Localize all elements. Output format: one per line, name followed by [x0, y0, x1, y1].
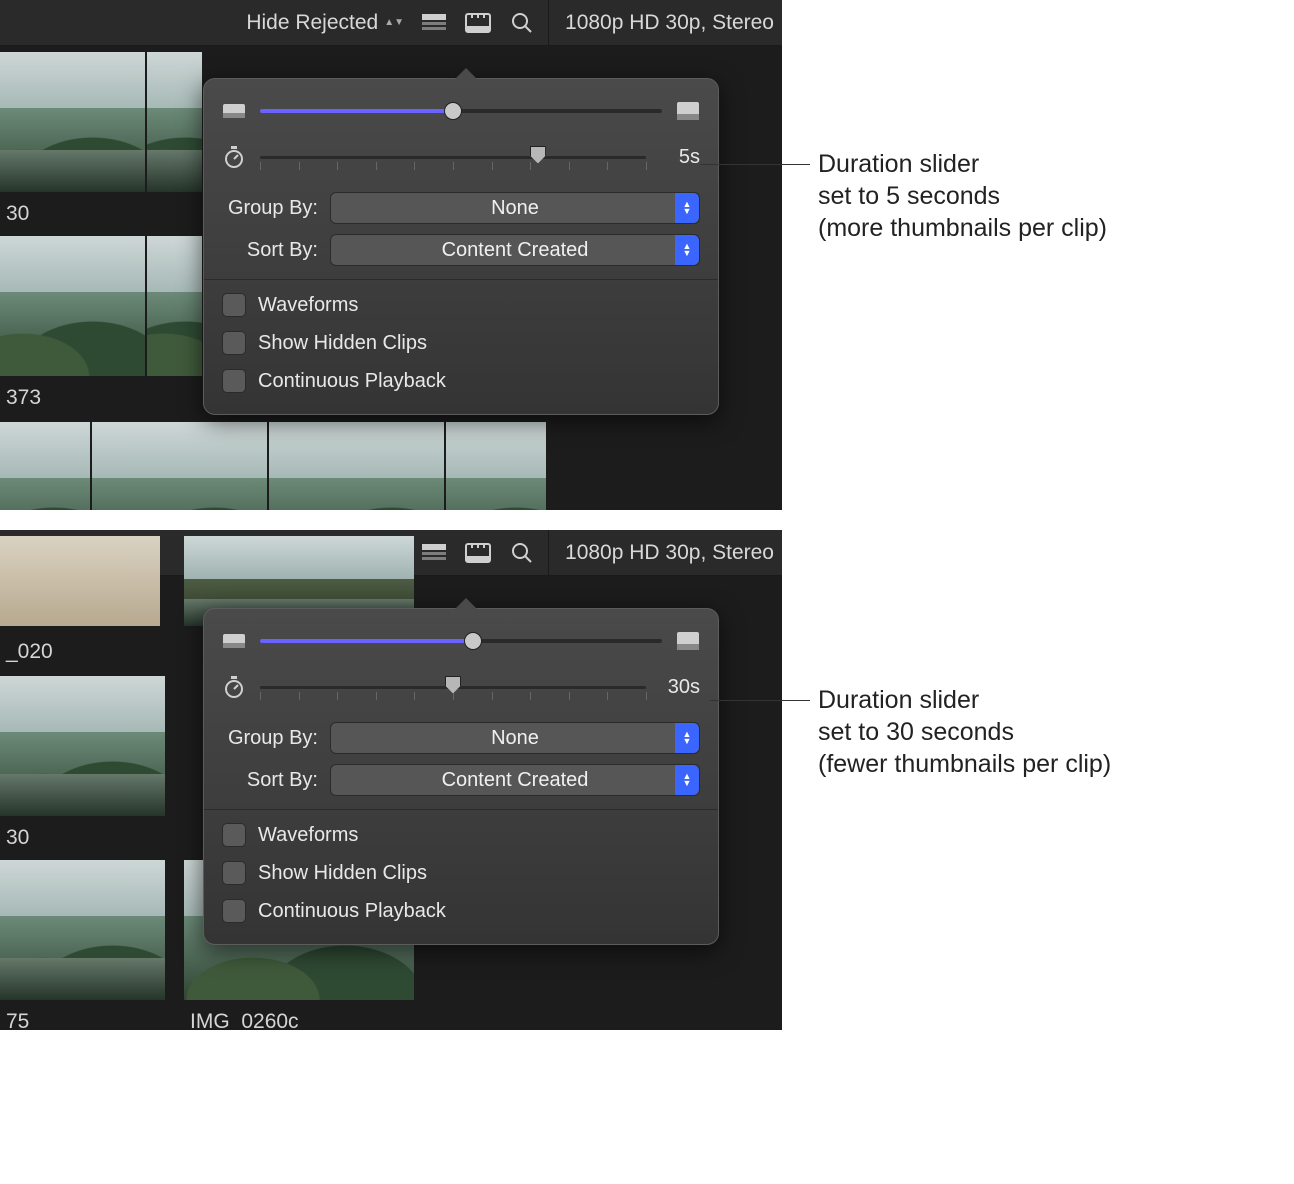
stopwatch-icon — [222, 146, 246, 168]
annotation-text: Duration slider set to 5 seconds (more t… — [818, 148, 1107, 244]
show-hidden-clips-checkbox[interactable] — [222, 861, 246, 885]
clip-label: 373 — [6, 386, 41, 410]
list-view-icon[interactable] — [412, 530, 456, 576]
clip-height-slider[interactable] — [260, 109, 662, 113]
continuous-playback-checkbox[interactable] — [222, 369, 246, 393]
show-hidden-clips-label: Show Hidden Clips — [258, 862, 427, 885]
sort-by-select[interactable]: Content Created ▲▼ — [330, 234, 700, 266]
duration-value: 5s — [660, 146, 700, 169]
format-label: 1080p HD 30p, Stereo — [553, 11, 774, 35]
continuous-playback-checkbox[interactable] — [222, 899, 246, 923]
filter-dropdown[interactable]: Hide Rejected ▲▼ — [238, 0, 412, 45]
group-by-label: Group By: — [222, 727, 318, 750]
clip-label: 30 — [6, 202, 29, 226]
chevron-updown-icon: ▲▼ — [675, 765, 699, 795]
chevron-updown-icon: ▲▼ — [675, 235, 699, 265]
clip-label: 75 — [6, 1010, 29, 1030]
filmstrip-large-icon — [676, 102, 700, 120]
browser-toolbar: Hide Rejected ▲▼ 1080p HD 30p, Stereo — [0, 0, 782, 46]
sort-by-label: Sort By: — [222, 769, 318, 792]
filmstrip-small-icon — [222, 634, 246, 648]
duration-value: 30s — [660, 676, 700, 699]
waveforms-checkbox[interactable] — [222, 823, 246, 847]
sort-by-label: Sort By: — [222, 239, 318, 262]
browser-panel-5s: Hide Rejected ▲▼ 1080p HD 30p, Stereo 30… — [0, 0, 782, 510]
chevron-updown-icon: ▲▼ — [384, 20, 404, 26]
clip-appearance-popover: 5s Group By: None ▲▼ Sort By: Content Cr… — [203, 78, 719, 415]
clip-appearance-popover: 30s Group By: None ▲▼ Sort By: Content C… — [203, 608, 719, 945]
chevron-updown-icon: ▲▼ — [675, 723, 699, 753]
continuous-playback-label: Continuous Playback — [258, 900, 446, 923]
clip-height-slider[interactable] — [260, 639, 662, 643]
waveforms-label: Waveforms — [258, 824, 358, 847]
waveforms-label: Waveforms — [258, 294, 358, 317]
filmstrip-large-icon — [676, 632, 700, 650]
group-by-value: None — [491, 197, 539, 220]
group-by-label: Group By: — [222, 197, 318, 220]
clip-label: _020 — [6, 640, 53, 664]
chevron-updown-icon: ▲▼ — [675, 193, 699, 223]
search-icon[interactable] — [500, 0, 544, 46]
group-by-value: None — [491, 727, 539, 750]
continuous-playback-label: Continuous Playback — [258, 370, 446, 393]
sort-by-select[interactable]: Content Created ▲▼ — [330, 764, 700, 796]
sort-by-value: Content Created — [442, 769, 589, 792]
annotation-text: Duration slider set to 30 seconds (fewer… — [818, 684, 1111, 780]
clip-label: 30 — [6, 826, 29, 850]
clip-appearance-icon[interactable] — [456, 530, 500, 576]
show-hidden-clips-checkbox[interactable] — [222, 331, 246, 355]
list-view-icon[interactable] — [412, 0, 456, 46]
clip-appearance-icon[interactable] — [456, 0, 500, 46]
waveforms-checkbox[interactable] — [222, 293, 246, 317]
browser-panel-30s: Hide Rejected ▲▼ 1080p HD 30p, Stereo _0… — [0, 530, 782, 1030]
group-by-select[interactable]: None ▲▼ — [330, 192, 700, 224]
filter-label: Hide Rejected — [246, 11, 378, 35]
duration-slider[interactable] — [260, 686, 646, 689]
format-label: 1080p HD 30p, Stereo — [553, 541, 774, 565]
filmstrip-small-icon — [222, 104, 246, 118]
annotation-leader-line — [710, 700, 810, 701]
annotation-leader-line — [700, 164, 810, 165]
search-icon[interactable] — [500, 530, 544, 576]
sort-by-value: Content Created — [442, 239, 589, 262]
stopwatch-icon — [222, 676, 246, 698]
group-by-select[interactable]: None ▲▼ — [330, 722, 700, 754]
duration-slider[interactable] — [260, 156, 646, 159]
show-hidden-clips-label: Show Hidden Clips — [258, 332, 427, 355]
clip-label: IMG_0260c — [190, 1010, 299, 1030]
